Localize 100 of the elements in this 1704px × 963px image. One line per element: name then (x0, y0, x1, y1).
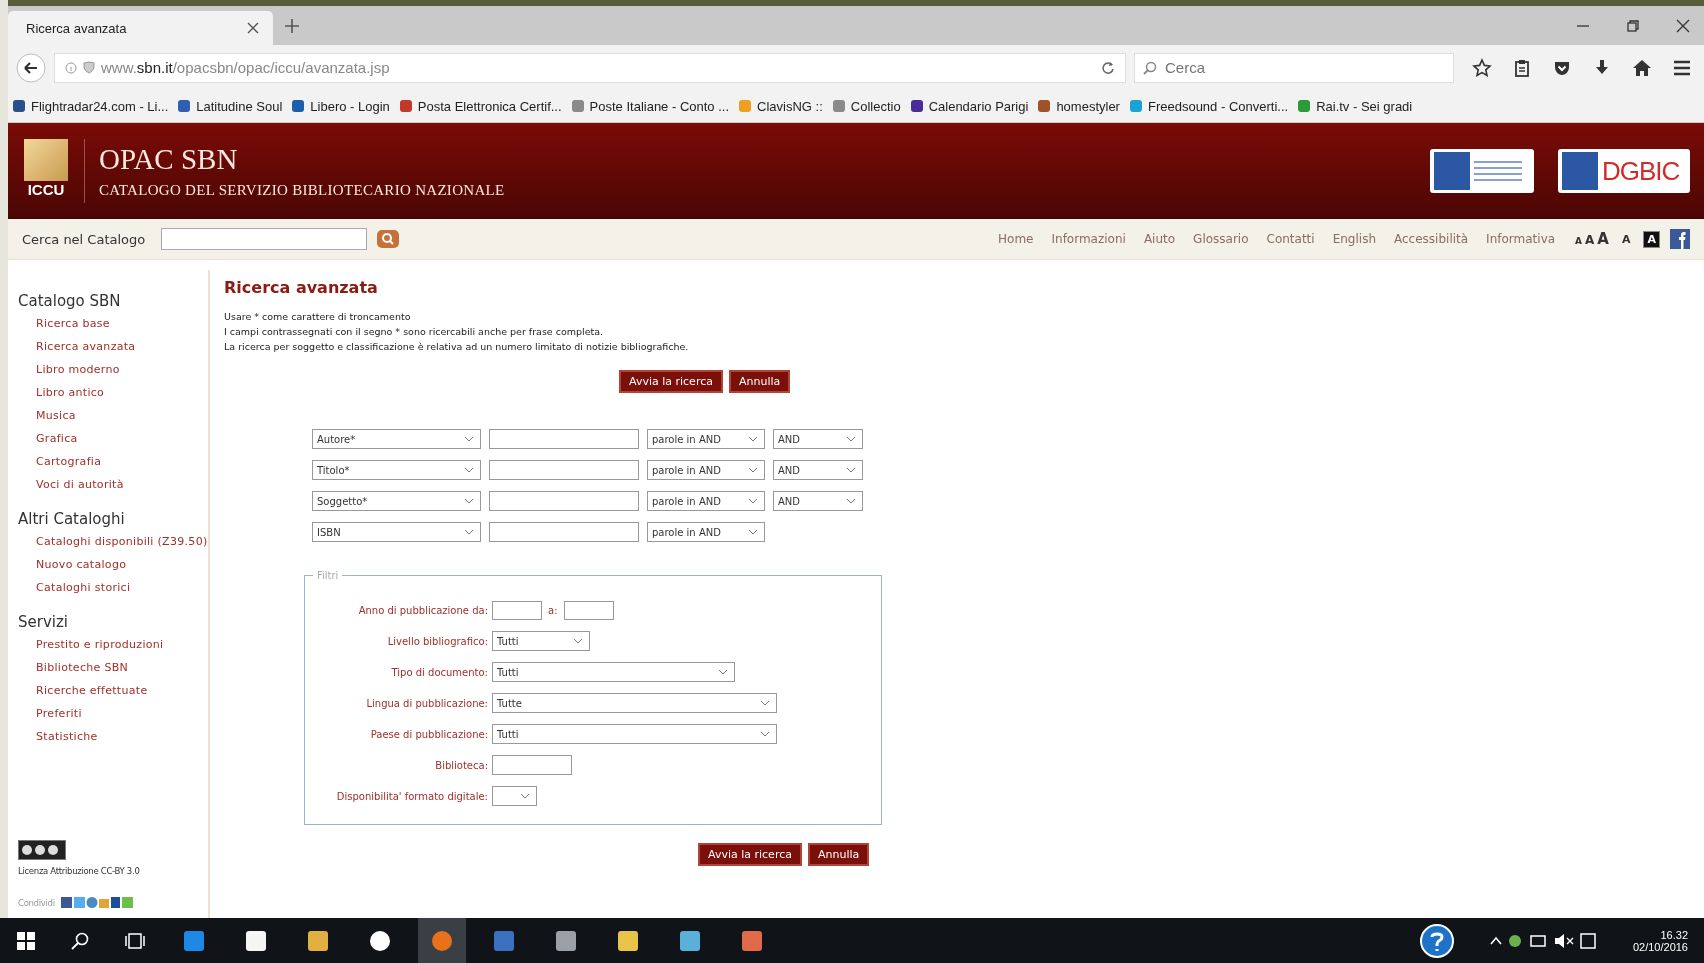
page-title: Ricerca avanzata (224, 278, 379, 297)
bookmark-link[interactable]: Freedsound - Converti... (1128, 98, 1289, 114)
sidebar-link[interactable]: Ricerca base (18, 316, 208, 331)
task-view-icon[interactable] (124, 930, 146, 951)
catalog-search-field[interactable] (161, 228, 368, 250)
search-term-field[interactable] (489, 460, 639, 480)
cc-license-icon[interactable] (18, 840, 66, 860)
form-button[interactable]: Annulla (807, 843, 870, 866)
sidebar-link[interactable]: Biblioteche SBN (18, 660, 208, 675)
bookmark-link[interactable]: Rai.tv - Sei gradi (1297, 98, 1413, 114)
filter-select[interactable]: Tutti (492, 724, 777, 744)
search-term-field[interactable] (489, 491, 639, 511)
filter-label: Disponibilita' formato digitale: (335, 790, 488, 802)
home-icon[interactable] (1632, 57, 1652, 78)
sidebar-link[interactable]: Ricerca avanzata (18, 339, 208, 354)
text-size-button[interactable]: A (1575, 236, 1583, 246)
field-select[interactable]: Autore* (312, 429, 481, 449)
close-icon[interactable] (247, 22, 259, 34)
filter-select[interactable]: Tutte (492, 693, 777, 713)
back-icon[interactable] (16, 52, 46, 83)
bookmark-link[interactable]: Calendario Parigi (909, 98, 1029, 114)
year-from-field[interactable] (492, 601, 542, 620)
bookmark-link[interactable]: Flightradar24.com - Li... (12, 98, 169, 114)
form-button[interactable]: Avvia la ricerca (619, 370, 723, 393)
sidebar-link[interactable]: Nuovo catalogo (18, 557, 208, 572)
filter-label: Anno di pubblicazione da: (357, 605, 488, 616)
contrast-button[interactable]: A (1618, 231, 1634, 247)
nav-link[interactable]: Home (998, 232, 1034, 246)
close-icon[interactable] (1676, 18, 1690, 33)
chevron-icon (748, 467, 758, 473)
mode-select[interactable]: parole in AND (647, 460, 765, 480)
field-select[interactable]: ISBN (312, 522, 481, 542)
sidebar-link[interactable]: Ricerche effettuate (18, 683, 208, 698)
address-field[interactable]: www.sbn.it/opacsbn/opac/iccu/avanzata.jsp (54, 52, 1126, 83)
field-select[interactable]: Soggetto* (312, 491, 481, 511)
nav-link[interactable]: English (1332, 232, 1376, 246)
bookmark-link[interactable]: Libero - Login (291, 98, 390, 114)
search-icon (1143, 60, 1157, 75)
sidebar-link[interactable]: Libro moderno (18, 362, 208, 377)
bookmark-link[interactable]: Collectio (831, 98, 901, 114)
share-icons-drawing[interactable] (60, 896, 133, 910)
chevron-icon (760, 731, 770, 737)
nav-link[interactable]: Informativa (1486, 232, 1556, 246)
text-size-button[interactable]: A (1597, 230, 1609, 248)
form-button[interactable]: Annulla (728, 370, 791, 393)
filter-select[interactable]: Tutti (492, 662, 735, 682)
tray-icons-drawing[interactable] (1488, 931, 1599, 950)
form-button[interactable]: Avvia la ricerca (698, 843, 802, 866)
search-term-field[interactable] (489, 522, 639, 542)
clock-date: 02/10/2016 (1632, 940, 1688, 953)
chevron-icon (520, 793, 530, 799)
sidebar-link[interactable]: Grafica (18, 431, 208, 446)
search-field[interactable]: Cerca (1134, 52, 1454, 83)
browser-tab[interactable]: Ricerca avanzata (8, 11, 273, 45)
help-icon[interactable] (1418, 922, 1455, 959)
nav-link[interactable]: Aiuto (1143, 232, 1176, 246)
library-field[interactable] (492, 755, 572, 775)
star-icon[interactable] (1472, 57, 1492, 78)
filter-label: Biblioteca: (434, 759, 488, 771)
bookmark-link[interactable]: Poste Italiane - Conto ... (570, 98, 730, 114)
iccu-logo[interactable]: ICCU (22, 139, 85, 203)
dgbic-logo[interactable]: DGBIC (1558, 149, 1690, 193)
year-to-field[interactable] (563, 601, 614, 620)
clock-time: 16.32 (1660, 928, 1688, 941)
field-select[interactable]: Titolo* (312, 460, 481, 480)
sidebar-link[interactable]: Statistiche (18, 729, 208, 744)
sidebar-link[interactable]: Prestito e riproduzioni (18, 637, 208, 652)
bookmark-link[interactable]: homestyler (1037, 98, 1120, 114)
filter-select[interactable] (492, 786, 537, 806)
reload-icon[interactable] (1101, 60, 1115, 75)
search-icon[interactable] (70, 930, 90, 951)
sidebar-link[interactable]: Musica (18, 408, 208, 423)
nav-link[interactable]: Informazioni (1051, 232, 1126, 246)
clipboard-icon[interactable] (1512, 57, 1532, 78)
contrast-button[interactable]: A (1643, 230, 1660, 248)
mode-select[interactable]: parole in AND (647, 491, 765, 511)
search-term-field[interactable] (489, 429, 639, 449)
mode-select[interactable]: parole in AND (647, 522, 765, 542)
windows-start-icon[interactable] (16, 930, 36, 951)
bookmark-link[interactable]: Latitudine Soul (177, 98, 283, 114)
sidebar-link[interactable]: Libro antico (18, 385, 208, 400)
operator-select[interactable]: AND (773, 429, 863, 449)
facebook-icon[interactable] (1670, 229, 1690, 249)
operator-select[interactable]: AND (773, 491, 863, 511)
sidebar-link[interactable]: Preferiti (18, 706, 208, 721)
mode-select[interactable]: parole in AND (647, 429, 765, 449)
nav-link[interactable]: Contatti (1266, 232, 1315, 246)
text-size-button[interactable]: A (1585, 233, 1595, 247)
operator-select[interactable]: AND (773, 460, 863, 480)
plus-icon[interactable] (285, 18, 299, 33)
nav-link[interactable]: Glossario (1193, 232, 1249, 246)
filter-select[interactable]: Tutti (492, 631, 590, 651)
bookmark-link[interactable]: Posta Elettronica Certif... (398, 98, 562, 114)
sidebar-link[interactable]: Voci di autorità (18, 477, 208, 492)
restore-icon[interactable] (1626, 18, 1640, 33)
sidebar-link[interactable]: Cataloghi disponibili (Z39.50) (18, 534, 208, 549)
sidebar-link[interactable]: Cartografia (18, 454, 208, 469)
bookmark-link[interactable]: ClavisNG :: (738, 98, 823, 114)
nav-link[interactable]: Accessibilità (1394, 232, 1469, 246)
sidebar-link[interactable]: Cataloghi storici (18, 580, 208, 595)
